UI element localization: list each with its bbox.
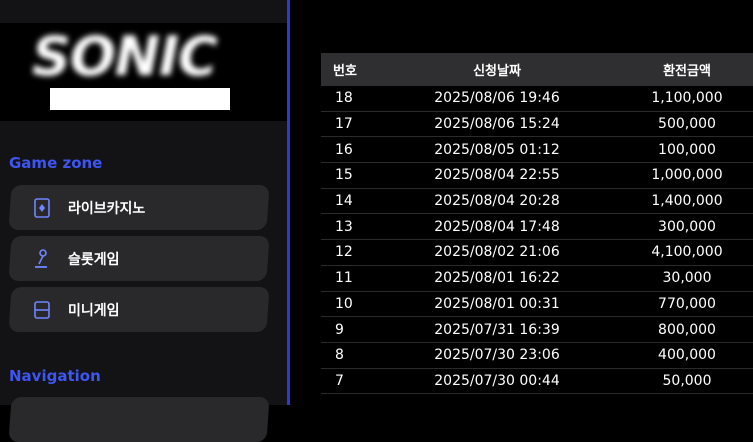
cards-icon — [32, 197, 52, 218]
table-row[interactable]: 16 2025/08/05 01:12 100,000 — [321, 137, 753, 164]
table-header: 번호 신청날짜 환전금액 — [321, 53, 753, 86]
cell-date: 2025/07/30 00:44 — [434, 372, 560, 389]
cell-no: 10 — [335, 295, 353, 312]
table-row[interactable]: 8 2025/07/30 23:06 400,000 — [321, 343, 753, 369]
cell-amount: 800,000 — [658, 321, 716, 338]
cell-no: 17 — [335, 116, 353, 133]
cell-date: 2025/08/04 20:28 — [434, 193, 560, 210]
withdrawal-history-table: 번호 신청날짜 환전금액 18 2025/08/06 19:46 1,100,000… — [321, 53, 753, 395]
sidebar-item-label: 미니게임 — [68, 302, 120, 319]
cell-no: 18 — [335, 90, 353, 107]
sidebar-item-label: 슬롯게임 — [68, 251, 120, 268]
sidebar-item-mini-game[interactable]: 미니게임 — [8, 287, 270, 332]
cell-no: 11 — [335, 270, 353, 287]
cell-date: 2025/07/30 23:06 — [434, 347, 560, 364]
cell-no: 12 — [335, 244, 353, 261]
cell-amount: 50,000 — [662, 372, 712, 389]
cell-amount: 400,000 — [658, 347, 716, 364]
cell-date: 2025/08/04 17:48 — [434, 218, 560, 235]
cell-no: 7 — [335, 372, 344, 389]
cell-no: 8 — [335, 347, 344, 364]
logo: SONIC — [32, 25, 218, 88]
section-title-game-zone: Game zone — [9, 154, 103, 172]
logo-underline-bar — [50, 88, 230, 110]
table-body: 18 2025/08/06 19:46 1,100,000 17 2025/08/06 … — [321, 86, 753, 395]
table-row[interactable]: 13 2025/08/04 17:48 300,000 — [321, 214, 753, 241]
cell-amount: 300,000 — [658, 218, 716, 235]
table-row[interactable]: 17 2025/08/06 15:24 500,000 — [321, 112, 753, 138]
cell-date: 2025/07/31 16:39 — [434, 321, 560, 338]
cell-amount: 30,000 — [662, 270, 712, 287]
cell-amount: 100,000 — [658, 141, 716, 158]
cell-date: 2025/08/05 01:12 — [434, 141, 560, 158]
cell-no: 14 — [335, 193, 353, 210]
sidebar: SONIC Game zone 라이브카지노 슬롯게임 미니게임 Navigat… — [0, 0, 287, 442]
cell-amount: 4,100,000 — [651, 244, 723, 261]
table-row[interactable]: 18 2025/08/06 19:46 1,100,000 — [321, 86, 753, 112]
column-header-date: 신청날짜 — [473, 64, 521, 79]
table-row[interactable]: 12 2025/08/02 21:06 4,100,000 — [321, 240, 753, 266]
table-row[interactable]: 15 2025/08/04 22:55 1,000,000 — [321, 163, 753, 189]
cell-date: 2025/08/04 22:55 — [434, 167, 560, 184]
column-header-amount: 환전금액 — [663, 64, 711, 79]
sidebar-item-navigation-partial[interactable] — [8, 397, 270, 442]
section-title-navigation: Navigation — [9, 367, 101, 385]
cell-amount: 1,100,000 — [651, 90, 723, 107]
table-row[interactable]: 7 2025/07/30 00:44 50,000 — [321, 369, 753, 395]
cell-date: 2025/08/01 00:31 — [434, 295, 560, 312]
cell-date: 2025/08/06 19:46 — [434, 90, 560, 107]
sidebar-item-slot-game[interactable]: 슬롯게임 — [8, 236, 270, 281]
cell-amount: 1,000,000 — [651, 167, 723, 184]
sidebar-item-label: 라이브카지노 — [68, 200, 146, 217]
sidebar-item-live-casino[interactable]: 라이브카지노 — [8, 185, 270, 230]
cell-no: 13 — [335, 218, 353, 235]
table-row[interactable]: 10 2025/08/01 00:31 770,000 — [321, 292, 753, 318]
joystick-icon — [32, 248, 52, 269]
cell-date: 2025/08/06 15:24 — [434, 116, 560, 133]
table-row[interactable]: 14 2025/08/04 20:28 1,400,000 — [321, 189, 753, 215]
cell-amount: 1,400,000 — [651, 193, 723, 210]
minigame-icon — [32, 300, 52, 320]
table-row[interactable]: 11 2025/08/01 16:22 30,000 — [321, 266, 753, 292]
cell-amount: 500,000 — [658, 116, 716, 133]
cell-date: 2025/08/02 21:06 — [434, 244, 560, 261]
cell-amount: 770,000 — [658, 295, 716, 312]
column-header-no: 번호 — [333, 64, 357, 79]
cell-no: 9 — [335, 321, 344, 338]
cell-no: 15 — [335, 167, 353, 184]
cell-date: 2025/08/01 16:22 — [434, 270, 560, 287]
cell-no: 16 — [335, 141, 353, 158]
table-row[interactable]: 9 2025/07/31 16:39 800,000 — [321, 317, 753, 343]
logo-area[interactable]: SONIC — [0, 23, 287, 121]
